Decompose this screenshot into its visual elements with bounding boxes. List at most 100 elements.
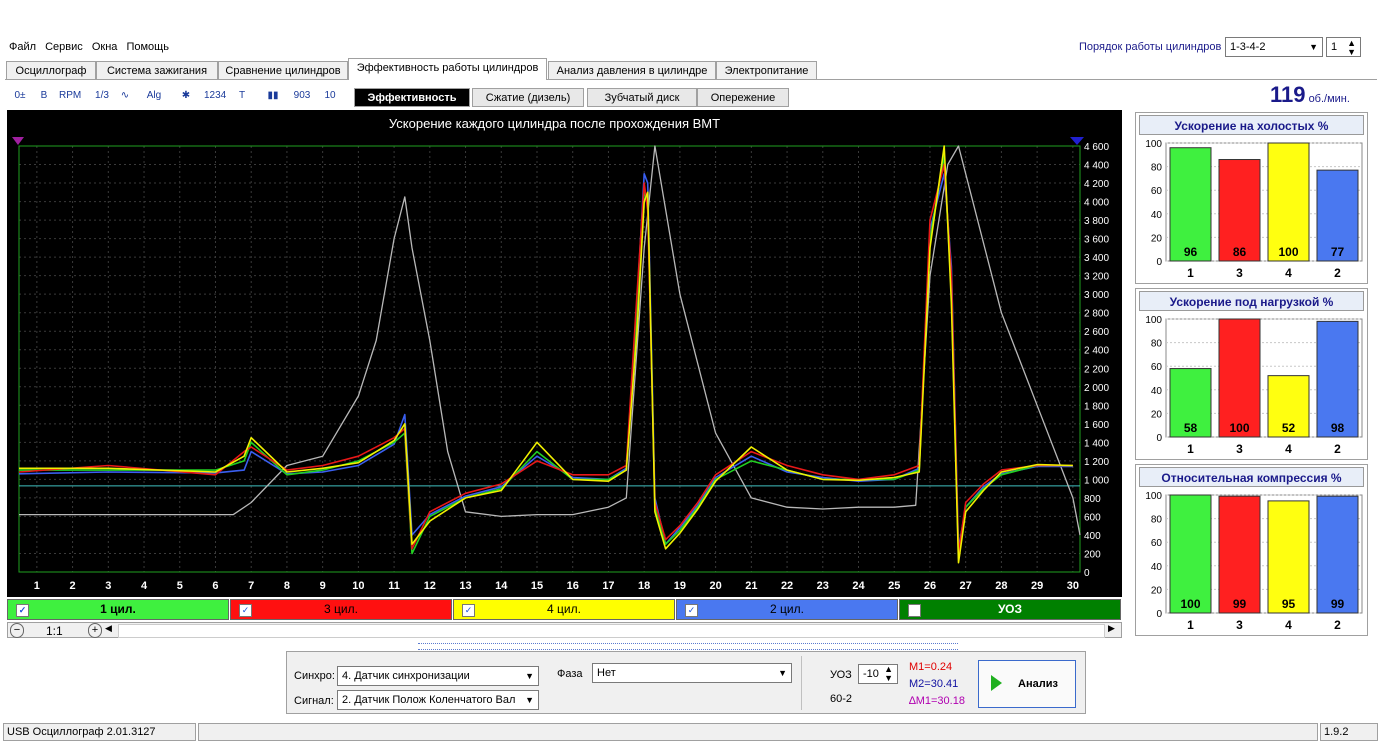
signal-select[interactable]: 2. Датчик Полож Коленчатого Вал ▼ — [337, 690, 539, 710]
x-tick-label: 3 — [105, 580, 111, 592]
x-tick-label: 18 — [638, 580, 650, 592]
panel-bar-value: 100 — [1180, 597, 1200, 611]
scroll-left-icon[interactable]: ◀ — [105, 623, 112, 634]
y-tick-label: 2 800 — [1084, 309, 1109, 320]
y-tick-label: 1 800 — [1084, 401, 1109, 412]
marker-icon[interactable]: T — [232, 86, 252, 106]
zoom-bar: − 1:1 + ◀ ▶ — [7, 622, 1122, 638]
spin-arrows-icon[interactable]: ▲ ▼ — [1347, 39, 1356, 57]
lane-1[interactable]: ✓ 1 цил. — [7, 599, 229, 620]
panel-2: Ускорение под нагрузкой % 0 20 40 60 80 100 58 1… — [1135, 288, 1368, 460]
panel-y-tick: 40 — [1151, 210, 1163, 221]
menu-help[interactable]: Помощь — [126, 41, 169, 53]
menu-service[interactable]: Сервис — [45, 41, 83, 53]
phase-select[interactable]: Нет ▼ — [592, 663, 792, 683]
tab-3[interactable]: Сравнение цилиндров — [218, 61, 348, 79]
lane-3[interactable]: ✓ 4 цил. — [453, 599, 675, 620]
zoom-in-button[interactable]: + — [88, 623, 102, 638]
lane-4[interactable]: ✓ 2 цил. — [676, 599, 898, 620]
x-tick-label: 22 — [781, 580, 793, 592]
panel-category-label: 4 — [1285, 266, 1292, 280]
numbering-icon[interactable]: 1234 — [204, 86, 226, 106]
range-icon[interactable]: 1/3 — [92, 86, 112, 106]
lane-label: 1 цил. — [100, 602, 136, 616]
y-tick-label: 3 600 — [1084, 235, 1109, 246]
horizontal-scrollbar[interactable] — [118, 624, 1105, 638]
x-tick-label: 2 — [70, 580, 76, 592]
zoom-out-button[interactable]: − — [10, 623, 24, 638]
panel-bar-value: 100 — [1278, 245, 1298, 259]
zero-offset-icon[interactable]: 0± — [10, 86, 30, 106]
x-tick-label: 13 — [459, 580, 471, 592]
status-app: USB Осциллограф 2.01.3127 — [3, 723, 196, 741]
x-tick-label: 16 — [567, 580, 579, 592]
panel-y-tick: 40 — [1151, 562, 1163, 573]
chevron-down-icon: ▼ — [778, 668, 787, 678]
main-chart[interactable]: Ускорение каждого цилиндра после прохожд… — [7, 110, 1122, 597]
rpm-icon[interactable]: RPM — [59, 86, 81, 106]
x-tick-label: 12 — [424, 580, 436, 592]
lane-checkbox[interactable]: ✓ — [685, 604, 698, 617]
tab-6[interactable]: Электропитание — [716, 61, 817, 79]
panel-bar-value: 98 — [1331, 421, 1345, 435]
analyze-button[interactable]: Анализ — [978, 660, 1076, 708]
panel-y-tick: 100 — [1145, 491, 1162, 502]
lane-checkbox[interactable]: ✓ — [462, 604, 475, 617]
cyl-order-select[interactable]: 1-3-4-2 ▼ — [1225, 37, 1323, 57]
phase-value: Нет — [597, 667, 616, 679]
subtab-1[interactable]: Эффективность — [354, 88, 470, 107]
menu-bar: Файл Сервис Окна Помощь — [9, 41, 175, 53]
subtab-4[interactable]: Опережение — [697, 88, 789, 107]
splitter-handle[interactable] — [418, 643, 958, 650]
panel-bar — [1169, 147, 1212, 262]
wheel-type: 60-2 — [830, 693, 853, 705]
curve-icon[interactable]: ∿ — [115, 86, 135, 106]
bold-icon[interactable]: B — [34, 86, 54, 106]
x-tick-label: 7 — [248, 580, 254, 592]
bars-icon[interactable]: ▮▮ — [263, 86, 283, 106]
analyze-label: Анализ — [1018, 678, 1058, 690]
panel-y-tick: 40 — [1151, 386, 1163, 397]
chevron-down-icon: ▼ — [1309, 42, 1318, 52]
cyl-start-stepper[interactable]: 1 ▲ ▼ — [1326, 37, 1361, 57]
algorithm-icon[interactable]: Alg — [144, 86, 164, 106]
lane-label: 2 цил. — [770, 602, 804, 616]
panel-y-tick: 60 — [1151, 362, 1163, 373]
y-tick-label: 1 200 — [1084, 457, 1109, 468]
level-icon[interactable]: 10 — [320, 86, 340, 106]
lane-checkbox[interactable] — [908, 604, 921, 617]
scroll-right-icon[interactable]: ▶ — [1108, 623, 1115, 634]
panel-category-label: 3 — [1236, 266, 1243, 280]
x-tick-label: 17 — [602, 580, 614, 592]
menu-file[interactable]: Файл — [9, 41, 36, 53]
uoz-stepper[interactable]: -10 ▲ ▼ — [858, 664, 898, 684]
menu-windows[interactable]: Окна — [92, 41, 118, 53]
panel-bar-value: 96 — [1184, 245, 1198, 259]
sync-select[interactable]: 4. Датчик синхронизации ▼ — [337, 666, 539, 686]
y-tick-label: 800 — [1084, 494, 1101, 505]
sync-label: Синхро: — [294, 670, 335, 682]
subtab-3[interactable]: Зубчатый диск — [587, 88, 697, 107]
lane-5[interactable]: УОЗ — [899, 599, 1121, 620]
lane-checkbox[interactable]: ✓ — [16, 604, 29, 617]
lane-checkbox[interactable]: ✓ — [239, 604, 252, 617]
wave-icon[interactable]: 903 — [292, 86, 312, 106]
tab-1[interactable]: Осциллограф — [6, 61, 96, 79]
panel-bar — [1218, 318, 1261, 438]
tab-4[interactable]: Эффективность работы цилиндров — [348, 58, 547, 80]
tab-5[interactable]: Анализ давления в цилиндре — [548, 61, 716, 79]
filter-icon[interactable]: ✱ — [176, 86, 196, 106]
tab-2[interactable]: Система зажигания — [96, 61, 218, 79]
panel-bar — [1316, 495, 1359, 614]
lane-2[interactable]: ✓ 3 цил. — [230, 599, 452, 620]
panel-y-tick: 80 — [1151, 339, 1163, 350]
subtab-2[interactable]: Сжатие (дизель) — [472, 88, 584, 107]
tabs-baseline — [5, 79, 1377, 80]
x-tick-label: 29 — [1031, 580, 1043, 592]
panel-category-label: 2 — [1334, 442, 1341, 456]
play-icon — [991, 675, 1002, 691]
panel-title: Относительная компрессия % — [1139, 467, 1364, 487]
x-tick-label: 15 — [531, 580, 543, 592]
y-tick-label: 200 — [1084, 549, 1101, 560]
spin-arrows-icon[interactable]: ▲ ▼ — [884, 665, 893, 683]
